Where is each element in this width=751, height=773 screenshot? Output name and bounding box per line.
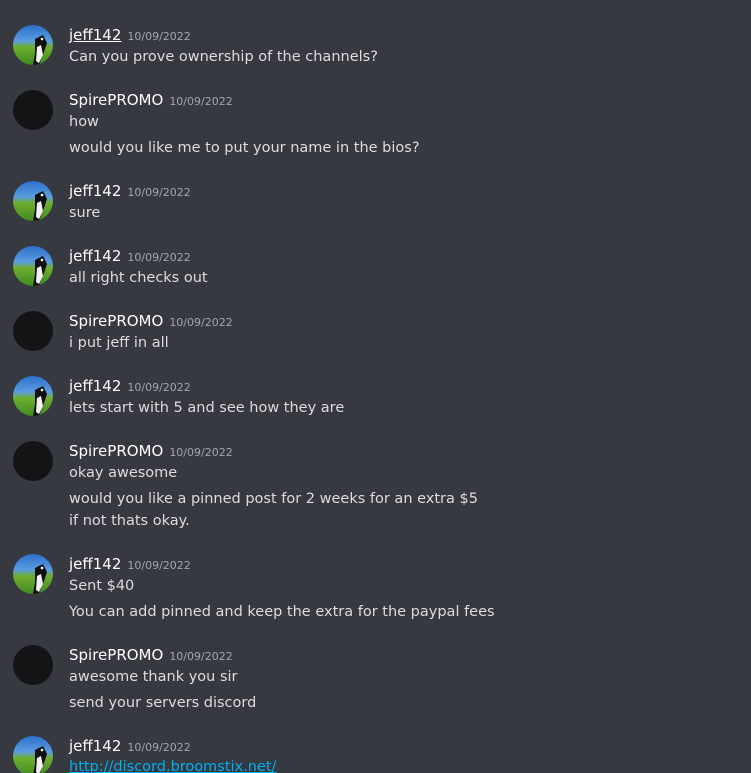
- penguin-icon: [33, 191, 47, 221]
- message-text: all right checks out: [69, 270, 208, 286]
- penguin-icon: [33, 746, 47, 773]
- chat-message-list[interactable]: jeff142 10/09/2022 Can you prove ownershi…: [0, 0, 751, 773]
- username[interactable]: SpirePROMO: [69, 312, 163, 330]
- message-text: would you like me to put your name in th…: [69, 140, 420, 156]
- timestamp: 10/09/2022: [169, 446, 233, 459]
- message-text: how: [69, 114, 99, 130]
- message-text: awesome thank you sir: [69, 669, 238, 685]
- message-header: SpirePROMO 10/09/2022: [69, 311, 233, 331]
- message-header: SpirePROMO 10/09/2022: [69, 645, 233, 665]
- message-text: okay awesome: [69, 465, 178, 481]
- penguin-icon: [33, 386, 47, 416]
- timestamp: 10/09/2022: [169, 316, 233, 329]
- avatar[interactable]: [13, 311, 53, 351]
- message-header: SpirePROMO 10/09/2022: [69, 90, 233, 110]
- message-text: Sent $40: [69, 578, 135, 594]
- username[interactable]: jeff142: [69, 247, 121, 265]
- avatar[interactable]: [13, 90, 53, 130]
- timestamp: 10/09/2022: [127, 251, 191, 264]
- username[interactable]: SpirePROMO: [69, 442, 163, 460]
- username[interactable]: jeff142: [69, 737, 121, 755]
- message-text: sure: [69, 205, 101, 221]
- avatar[interactable]: [13, 645, 53, 685]
- username[interactable]: SpirePROMO: [69, 646, 163, 664]
- avatar[interactable]: [13, 554, 53, 594]
- avatar[interactable]: [13, 376, 53, 416]
- message-header: jeff142 10/09/2022: [69, 246, 191, 266]
- avatar[interactable]: [13, 246, 53, 286]
- message-text: i put jeff in all: [69, 335, 169, 351]
- message-text: would you like a pinned post for 2 weeks…: [69, 491, 478, 507]
- message-text: if not thats okay.: [69, 513, 190, 529]
- timestamp: 10/09/2022: [127, 30, 191, 43]
- penguin-icon: [33, 564, 47, 594]
- timestamp: 10/09/2022: [127, 381, 191, 394]
- message-text: Can you prove ownership of the channels?: [69, 49, 378, 65]
- message-text: lets start with 5 and see how they are: [69, 400, 345, 416]
- message-header: SpirePROMO 10/09/2022: [69, 441, 233, 461]
- avatar[interactable]: [13, 736, 53, 773]
- avatar[interactable]: [13, 25, 53, 65]
- message-header: jeff142 10/09/2022: [69, 25, 191, 45]
- avatar[interactable]: [13, 441, 53, 481]
- username[interactable]: jeff142: [69, 182, 121, 200]
- message-header: jeff142 10/09/2022: [69, 736, 191, 756]
- username[interactable]: jeff142: [69, 26, 121, 44]
- timestamp: 10/09/2022: [169, 95, 233, 108]
- penguin-icon: [33, 256, 47, 286]
- avatar[interactable]: [13, 181, 53, 221]
- username[interactable]: SpirePROMO: [69, 91, 163, 109]
- message-header: jeff142 10/09/2022: [69, 554, 191, 574]
- message-text: You can add pinned and keep the extra fo…: [69, 604, 495, 620]
- timestamp: 10/09/2022: [169, 650, 233, 663]
- username[interactable]: jeff142: [69, 377, 121, 395]
- timestamp: 10/09/2022: [127, 559, 191, 572]
- penguin-icon: [33, 35, 47, 65]
- message-link[interactable]: http://discord.broomstix.net/: [69, 756, 276, 773]
- discord-link[interactable]: http://discord.broomstix.net/: [69, 759, 276, 773]
- message-header: jeff142 10/09/2022: [69, 181, 191, 201]
- timestamp: 10/09/2022: [127, 186, 191, 199]
- message-header: jeff142 10/09/2022: [69, 376, 191, 396]
- timestamp: 10/09/2022: [127, 741, 191, 754]
- username[interactable]: jeff142: [69, 555, 121, 573]
- message-text: send your servers discord: [69, 695, 257, 711]
